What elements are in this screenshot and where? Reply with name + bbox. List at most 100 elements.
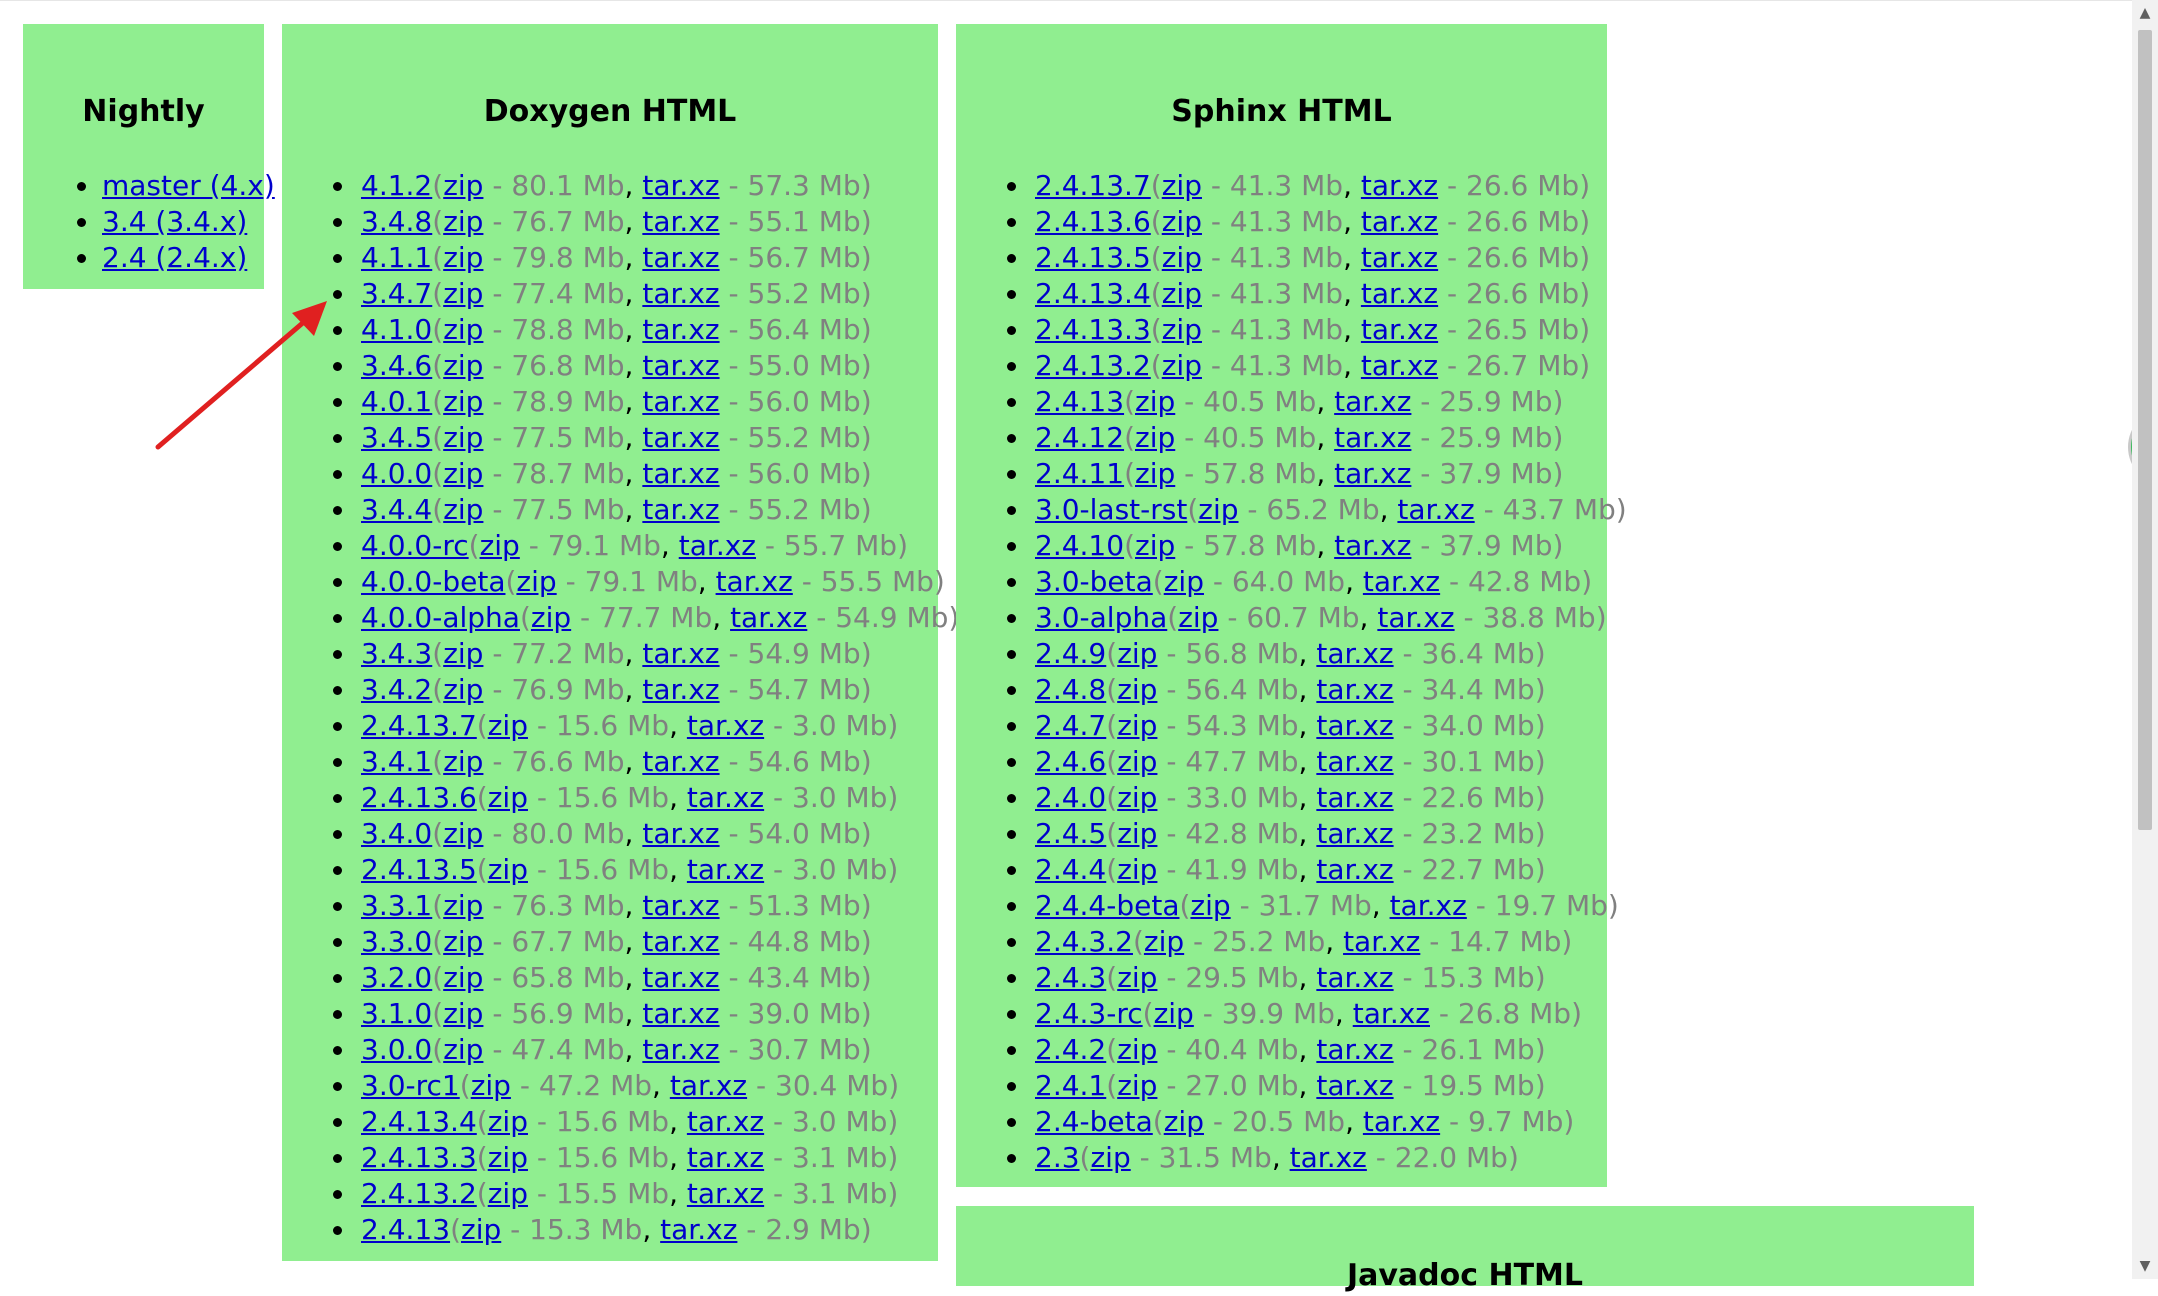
zip-link[interactable]: zip [461,1213,501,1246]
zip-link[interactable]: zip [443,1033,483,1066]
nightly-link[interactable]: master (4.x) [102,169,275,202]
version-link[interactable]: 3.3.0 [361,925,432,958]
tar-link[interactable]: tar.xz [1334,529,1411,562]
version-link[interactable]: 2.4.13.2 [361,1177,477,1210]
version-link[interactable]: 2.4.13 [361,1213,450,1246]
zip-link[interactable]: zip [1117,1069,1157,1102]
version-link[interactable]: 3.4.2 [361,673,432,706]
version-link[interactable]: 2.4.13.6 [1035,205,1151,238]
zip-link[interactable]: zip [488,1177,528,1210]
zip-link[interactable]: zip [1135,385,1175,418]
zip-link[interactable]: zip [1164,1105,1204,1138]
tar-link[interactable]: tar.xz [642,349,719,382]
version-link[interactable]: 2.4.13.3 [1035,313,1151,346]
vertical-scrollbar[interactable]: ▲ ▼ [2132,0,2158,1279]
tar-link[interactable]: tar.xz [730,601,807,634]
tar-link[interactable]: tar.xz [642,925,719,958]
zip-link[interactable]: zip [1164,565,1204,598]
tar-link[interactable]: tar.xz [1353,997,1430,1030]
version-link[interactable]: 2.4.5 [1035,817,1106,850]
tar-link[interactable]: tar.xz [642,997,719,1030]
version-link[interactable]: 2.4.13.4 [361,1105,477,1138]
tar-link[interactable]: tar.xz [1343,925,1420,958]
zip-link[interactable]: zip [443,961,483,994]
scroll-thumb[interactable] [2138,30,2152,830]
zip-link[interactable]: zip [1117,961,1157,994]
version-link[interactable]: 2.4.7 [1035,709,1106,742]
zip-link[interactable]: zip [471,1069,511,1102]
tar-link[interactable]: tar.xz [642,493,719,526]
tar-link[interactable]: tar.xz [670,1069,747,1102]
version-link[interactable]: 2.4.0 [1035,781,1106,814]
zip-link[interactable]: zip [1117,817,1157,850]
tar-link[interactable]: tar.xz [1316,781,1393,814]
zip-link[interactable]: zip [1154,997,1194,1030]
zip-link[interactable]: zip [1117,673,1157,706]
version-link[interactable]: 2.4.13.6 [361,781,477,814]
zip-link[interactable]: zip [443,493,483,526]
tar-link[interactable]: tar.xz [1377,601,1454,634]
zip-link[interactable]: zip [1162,277,1202,310]
tar-link[interactable]: tar.xz [642,1033,719,1066]
tar-link[interactable]: tar.xz [642,817,719,850]
version-link[interactable]: 2.4.12 [1035,421,1124,454]
version-link[interactable]: 2.4-beta [1035,1105,1153,1138]
tar-link[interactable]: tar.xz [1316,853,1393,886]
version-link[interactable]: 4.1.0 [361,313,432,346]
zip-link[interactable]: zip [1090,1141,1130,1174]
version-link[interactable]: 3.0-rc1 [361,1069,460,1102]
zip-link[interactable]: zip [443,313,483,346]
zip-link[interactable]: zip [1162,205,1202,238]
zip-link[interactable]: zip [488,1105,528,1138]
version-link[interactable]: 3.0-beta [1035,565,1153,598]
tar-link[interactable]: tar.xz [642,745,719,778]
version-link[interactable]: 3.0.0 [361,1033,432,1066]
tar-link[interactable]: tar.xz [687,853,764,886]
version-link[interactable]: 3.4.4 [361,493,432,526]
version-link[interactable]: 4.0.0-beta [361,565,505,598]
version-link[interactable]: 2.4.3 [1035,961,1106,994]
zip-link[interactable]: zip [488,1141,528,1174]
version-link[interactable]: 2.4.13.5 [361,853,477,886]
version-link[interactable]: 4.0.0-rc [361,529,469,562]
version-link[interactable]: 2.4.2 [1035,1033,1106,1066]
tar-link[interactable]: tar.xz [642,313,719,346]
tar-link[interactable]: tar.xz [1316,961,1393,994]
tar-link[interactable]: tar.xz [716,565,793,598]
zip-link[interactable]: zip [443,997,483,1030]
tar-link[interactable]: tar.xz [642,421,719,454]
version-link[interactable]: 2.4.4-beta [1035,889,1179,922]
zip-link[interactable]: zip [516,565,556,598]
version-link[interactable]: 2.4.11 [1035,457,1124,490]
version-link[interactable]: 3.4.5 [361,421,432,454]
tar-link[interactable]: tar.xz [642,889,719,922]
zip-link[interactable]: zip [1135,457,1175,490]
tar-link[interactable]: tar.xz [1361,205,1438,238]
zip-link[interactable]: zip [1162,349,1202,382]
zip-link[interactable]: zip [488,781,528,814]
tar-link[interactable]: tar.xz [1334,421,1411,454]
nightly-link[interactable]: 3.4 (3.4.x) [102,205,247,238]
zip-link[interactable]: zip [1144,925,1184,958]
version-link[interactable]: 2.4.13.7 [361,709,477,742]
tar-link[interactable]: tar.xz [1390,889,1467,922]
zip-link[interactable]: zip [443,277,483,310]
nightly-link[interactable]: 2.4 (2.4.x) [102,241,247,274]
tar-link[interactable]: tar.xz [642,169,719,202]
zip-link[interactable]: zip [488,709,528,742]
zip-link[interactable]: zip [443,889,483,922]
zip-link[interactable]: zip [480,529,520,562]
zip-link[interactable]: zip [443,349,483,382]
version-link[interactable]: 2.3 [1035,1141,1080,1174]
version-link[interactable]: 3.0-alpha [1035,601,1167,634]
zip-link[interactable]: zip [1162,313,1202,346]
zip-link[interactable]: zip [1162,169,1202,202]
version-link[interactable]: 4.1.2 [361,169,432,202]
version-link[interactable]: 3.0-last-rst [1035,493,1187,526]
tar-link[interactable]: tar.xz [1316,745,1393,778]
zip-link[interactable]: zip [1198,493,1238,526]
zip-link[interactable]: zip [1135,529,1175,562]
version-link[interactable]: 2.4.6 [1035,745,1106,778]
zip-link[interactable]: zip [531,601,571,634]
version-link[interactable]: 2.4.13 [1035,385,1124,418]
